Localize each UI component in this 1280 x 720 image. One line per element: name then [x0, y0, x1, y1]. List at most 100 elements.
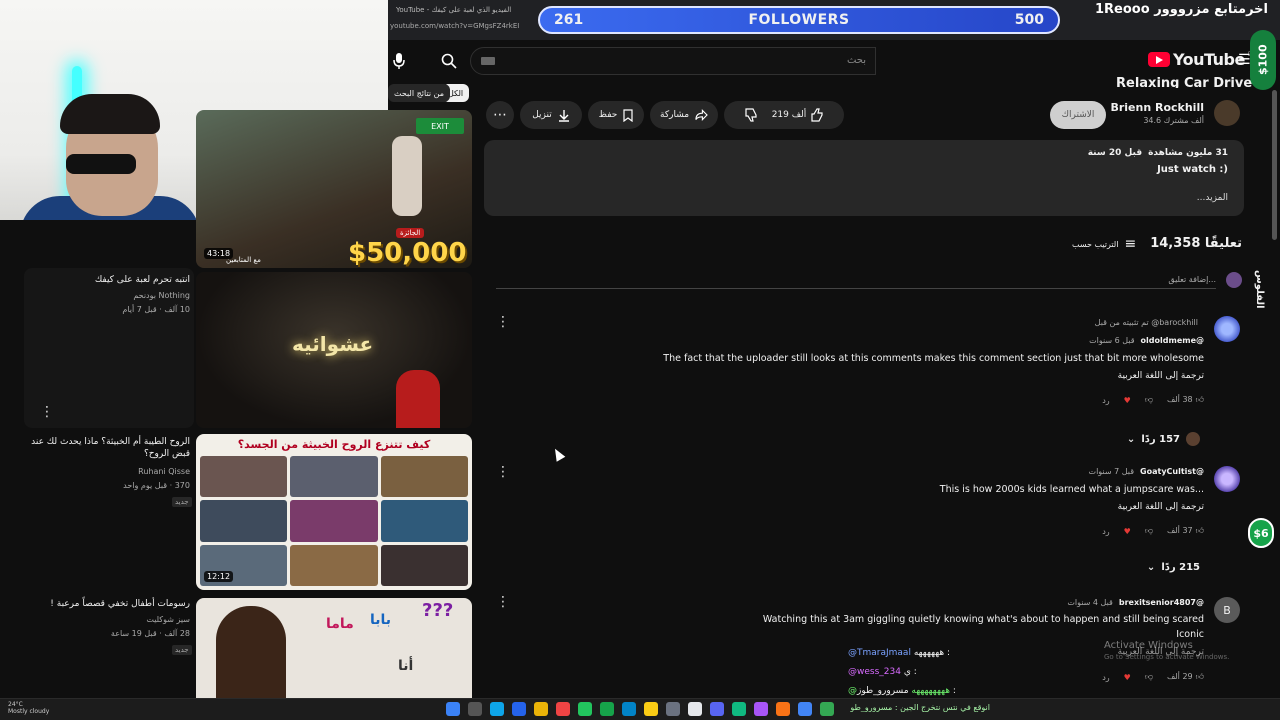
- chip-from-results[interactable]: من نتائج البحث: [388, 84, 451, 102]
- more-options-icon[interactable]: ⋮: [40, 404, 54, 420]
- app-icon[interactable]: [644, 702, 658, 716]
- subscribe-button[interactable]: الاشتراك: [1050, 101, 1106, 129]
- commenter-avatar[interactable]: B: [1214, 597, 1240, 623]
- voice-search-button[interactable]: [390, 50, 408, 72]
- thumb-grid: [200, 456, 468, 586]
- knight-figure: [396, 370, 440, 428]
- dislike-icon[interactable]: [744, 108, 758, 122]
- capcut-icon[interactable]: [688, 702, 702, 716]
- comment-author[interactable]: @oldoldmeme: [1141, 336, 1204, 345]
- chat-user: @TmaraJmaal: [848, 648, 911, 658]
- comment-options-icon[interactable]: ⋮: [496, 314, 510, 330]
- related-channel-3[interactable]: Ruhani Qisse: [28, 466, 190, 478]
- save-button[interactable]: حفظ: [588, 101, 644, 129]
- translate-link[interactable]: ترجمة إلى اللغة العربية: [1118, 371, 1204, 381]
- dislike-icon[interactable]: 👎︎: [1145, 672, 1153, 682]
- edge-icon[interactable]: [490, 702, 504, 716]
- like-dislike-group: 219 ألف: [724, 101, 844, 129]
- bookmark-icon: [623, 108, 633, 122]
- app-icon[interactable]: [578, 702, 592, 716]
- related-title-3[interactable]: الروح الطيبة أم الخبيثة؟ ماذا يحدث لك عن…: [28, 436, 190, 460]
- browser-tab[interactable]: YouTube - الفيديو الذي لعبة على كيفك: [396, 6, 511, 14]
- comment-time[interactable]: قبل 6 سنوات: [1089, 336, 1134, 345]
- show-more-link[interactable]: ...المزيد: [1197, 193, 1228, 203]
- comment-author[interactable]: @brexitsenior4807: [1119, 598, 1204, 607]
- reply-button[interactable]: رد: [1102, 396, 1109, 405]
- weather-temp: 24°C: [8, 701, 23, 708]
- chrome-icon[interactable]: [820, 702, 834, 716]
- reply-button[interactable]: رد: [1102, 673, 1109, 682]
- related-title-4[interactable]: رسومات أطفال تخفي قصصاً مرعبة !: [28, 598, 190, 610]
- comment-options-icon[interactable]: ⋮: [496, 464, 510, 480]
- download-button[interactable]: تنزيل: [520, 101, 582, 129]
- reply-count: 215 ردًا: [1161, 562, 1200, 573]
- chrome-icon[interactable]: [798, 702, 812, 716]
- related-thumbnail-4[interactable]: ماما بابا أنا ???: [196, 598, 472, 698]
- share-button[interactable]: مشاركة: [650, 101, 718, 129]
- related-thumbnail-2[interactable]: عشوائيه: [196, 272, 472, 428]
- page-scrollbar[interactable]: [1272, 90, 1277, 240]
- view-count: 31 مليون مشاهدة: [1148, 148, 1228, 158]
- subscriber-count: 34.6 ألف مشترك: [1143, 116, 1204, 125]
- menu-icon[interactable]: ☰: [1238, 52, 1251, 68]
- explorer-icon[interactable]: [534, 702, 548, 716]
- youtube-logo-text: YouTube: [1173, 50, 1245, 69]
- store-icon[interactable]: [512, 702, 526, 716]
- view-replies-button[interactable]: 157 ردًا ⌄: [1127, 432, 1200, 446]
- dislike-icon[interactable]: 👎︎: [1145, 526, 1153, 536]
- steam-icon[interactable]: [666, 702, 680, 716]
- related-meta-3: 370 · قبل يوم واحد: [123, 481, 190, 490]
- commenter-avatar[interactable]: [1214, 466, 1240, 492]
- sort-button[interactable]: الترتيب حسب ≡: [1072, 236, 1136, 252]
- reply-button[interactable]: رد: [1102, 527, 1109, 536]
- more-actions-button[interactable]: ⋯: [486, 101, 514, 129]
- view-replies-button[interactable]: 215 ردًا ⌄: [1147, 562, 1200, 573]
- channel-name[interactable]: Brienn Rockhill: [1110, 101, 1204, 114]
- dislike-icon[interactable]: 👎︎: [1145, 395, 1153, 405]
- related-thumbnail-1[interactable]: EXIT الجائزة $50,000 مع المتابعين: [196, 110, 472, 268]
- like-button[interactable]: 219 ألف: [772, 108, 825, 122]
- creator-heart-icon: ♥: [1123, 672, 1131, 682]
- telegram-icon[interactable]: [622, 702, 636, 716]
- related-channel-2[interactable]: Nothing بودنحم: [28, 290, 190, 302]
- channel-avatar[interactable]: [1214, 100, 1240, 126]
- thumb-word-bottom: أنا: [398, 658, 414, 674]
- related-thumbnail-3[interactable]: كيف تتنزع الروح الخبيثة من الجسد؟: [196, 434, 472, 590]
- xbox-icon[interactable]: [732, 702, 746, 716]
- chevron-down-icon: ⌄: [1146, 562, 1156, 573]
- related-title-2[interactable]: انتبه تحرم لعبة على كيفك: [28, 274, 190, 286]
- comment-author[interactable]: @GoatyCultist: [1140, 467, 1204, 476]
- comment-like-button[interactable]: 👍︎ 37 ألف: [1167, 526, 1204, 536]
- comment-count: 14,358 تعليقًا: [1150, 236, 1242, 251]
- comment-like-button[interactable]: 👍︎ 38 ألف: [1167, 395, 1204, 405]
- weather-widget[interactable]: 24°C Mostly cloudy: [8, 701, 49, 715]
- brave-icon[interactable]: [556, 702, 570, 716]
- search-icon: [441, 53, 457, 69]
- search-input[interactable]: [470, 47, 876, 75]
- chat-message: @TmaraJmaal ههههههه :: [848, 644, 1048, 663]
- keyboard-icon[interactable]: [481, 57, 495, 65]
- app-icon[interactable]: [776, 702, 790, 716]
- comment-input-line: [496, 288, 1216, 289]
- comment-time[interactable]: قبل 4 سنوات: [1067, 598, 1112, 607]
- app-icon[interactable]: [754, 702, 768, 716]
- commenter-avatar[interactable]: [1214, 316, 1240, 342]
- comment-header: @brexitsenior4807 قبل 4 سنوات: [1067, 598, 1204, 607]
- view-stats: 31 مليون مشاهدة قبل 20 سنة: [1088, 148, 1228, 158]
- minecraft-icon[interactable]: [600, 702, 614, 716]
- comment-time[interactable]: قبل 7 سنوات: [1089, 467, 1134, 476]
- followers-label: FOLLOWERS: [748, 12, 850, 28]
- translate-link[interactable]: ترجمة إلى اللغة العربية: [1118, 502, 1204, 512]
- comment-options-icon[interactable]: ⋮: [496, 594, 510, 610]
- related-channel-4[interactable]: سيز شوكليت: [28, 614, 190, 626]
- add-comment-input[interactable]: إضافة تعليق...: [1168, 275, 1216, 284]
- discord-icon[interactable]: [710, 702, 724, 716]
- windows-taskbar: [0, 698, 1280, 720]
- like-icon: 👍︎: [1195, 672, 1204, 681]
- comment-like-button[interactable]: 👍︎ 29 ألف: [1167, 672, 1204, 682]
- search-taskbar-icon[interactable]: [468, 702, 482, 716]
- like-icon: 👍︎: [1195, 395, 1204, 404]
- start-icon[interactable]: [446, 702, 460, 716]
- search-button[interactable]: [432, 47, 466, 75]
- video-duration: 43:18: [204, 248, 234, 259]
